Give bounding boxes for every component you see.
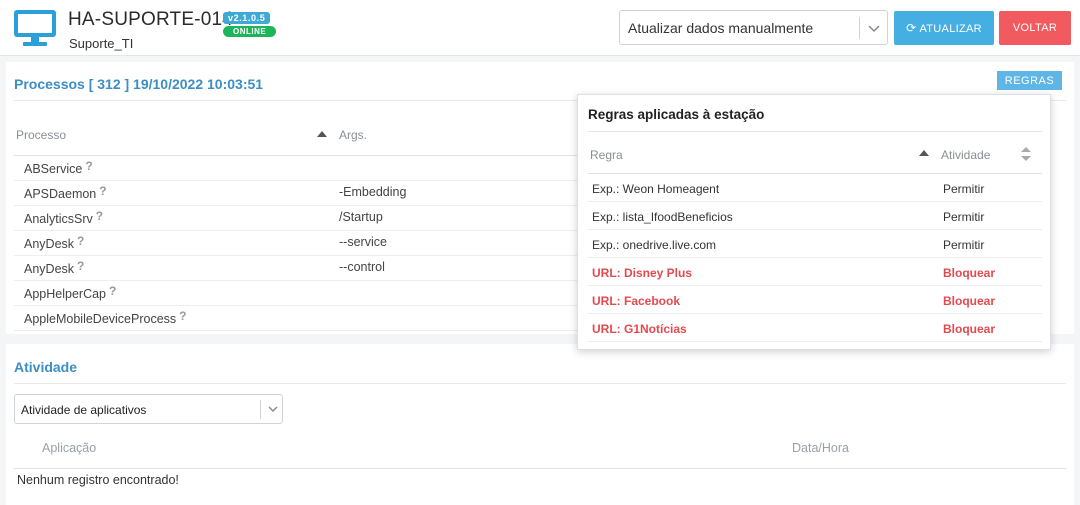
processes-title: Processos [ 312 ] 19/10/2022 10:03:51 [14,76,264,92]
rule-name: Exp.: onedrive.live.com [592,238,717,252]
activity-card: Atividade Atividade de aplicativos Aplic… [6,344,1074,505]
header: HA-SUPORTE-014 v2.1.0.5 ONLINE Suporte_T… [0,0,1080,56]
table-row: Exp.: onedrive.live.com Permitir [588,230,1042,258]
process-name: AnyDesk? [24,259,85,276]
rule-action: Bloquear [943,294,996,308]
rule-action: Permitir [943,210,985,224]
question-icon[interactable]: ? [99,184,106,198]
process-args: --control [339,260,385,274]
empty-message: Nenhum registro encontrado! [17,473,179,487]
table-row[interactable]: AnalyticsSrv? /Startup [14,206,589,231]
table-row: URL: G1Notícias Bloquear [588,314,1042,342]
table-row[interactable]: ABService? [14,156,589,181]
rule-name: URL: Facebook [592,294,681,308]
rule-action: Bloquear [943,322,996,336]
group-name: Suporte_TI [69,36,134,51]
sort-icon[interactable] [1021,147,1031,161]
column-header-activity[interactable]: Atividade [941,148,990,162]
process-name: AnalyticsSrv? [24,209,104,226]
process-name: AnyDesk? [24,234,85,251]
sort-ascending-icon[interactable] [317,131,327,137]
question-icon[interactable]: ? [85,159,92,173]
activity-title: Atividade [14,359,78,375]
table-row[interactable]: AppHelperCap? [14,281,589,306]
table-row: URL: Facebook Bloquear [588,286,1042,314]
question-icon[interactable]: ? [109,284,116,298]
column-header-application[interactable]: Aplicação [42,441,96,455]
question-icon[interactable]: ? [96,209,103,223]
column-header-datetime[interactable]: Data/Hora [792,441,849,455]
process-name: AppHelperCap? [24,284,117,301]
column-header-args[interactable]: Args. [339,128,367,142]
chevron-down-icon [868,25,880,33]
table-row[interactable]: AnyDesk? --control [14,256,589,281]
divider [588,131,1042,132]
column-header-process[interactable]: Processo [16,128,66,142]
process-args: -Embedding [339,185,407,199]
table-row[interactable]: AppleMobileDeviceProcess? [14,306,589,331]
update-button-label: ATUALIZAR [919,23,982,35]
update-mode-value: Atualizar dados manualmente [628,20,814,36]
process-args: --service [339,235,387,249]
table-row: Exp.: Weon Homeagent Permitir [588,174,1042,202]
rule-name: URL: G1Notícias [592,322,687,336]
chevron-down-icon [268,406,278,412]
process-name: APSDaemon? [24,184,107,201]
question-icon[interactable]: ? [77,259,84,273]
version-badge: v2.1.0.5 [223,12,271,24]
sync-icon: ⟳ [906,21,917,35]
sort-ascending-icon[interactable] [919,150,929,156]
process-args: /Startup [339,210,383,224]
update-button[interactable]: ⟳ ATUALIZAR [894,11,994,45]
rules-button[interactable]: REGRAS [997,71,1062,90]
table-row[interactable]: AnyDesk? --service [14,231,589,256]
rules-table: Exp.: Weon Homeagent Permitir Exp.: list… [588,174,1042,342]
update-mode-select[interactable]: Atualizar dados manualmente [619,10,888,45]
select-divider [859,17,860,39]
process-name: AppleMobileDeviceProcess? [24,309,187,326]
activity-type-select[interactable]: Atividade de aplicativos [14,394,283,424]
status-badge: ONLINE [223,26,277,37]
rule-action: Permitir [943,182,985,196]
table-row[interactable]: APSDaemon? -Embedding [14,181,589,206]
table-row: URL: Disney Plus Bloquear [588,258,1042,286]
divider [14,383,1066,384]
rules-popover: Regras aplicadas à estação Regra Ativida… [577,94,1051,350]
popover-title: Regras aplicadas à estação [588,107,765,122]
table-row: Exp.: lista_IfoodBeneficios Permitir [588,202,1042,230]
rule-action: Permitir [943,238,985,252]
process-name: ABService? [24,159,93,176]
column-header-rule[interactable]: Regra [590,148,623,162]
activity-type-value: Atividade de aplicativos [21,403,147,417]
question-icon[interactable]: ? [77,234,84,248]
rule-name: Exp.: lista_IfoodBeneficios [592,210,733,224]
host-name: HA-SUPORTE-014 [68,9,234,30]
question-icon[interactable]: ? [179,309,186,323]
rule-name: Exp.: Weon Homeagent [592,182,720,196]
processes-table: ABService? APSDaemon? -Embedding Analyti… [14,156,589,331]
select-divider [260,400,261,419]
divider [14,468,1066,469]
monitor-icon [14,10,56,46]
rule-name: URL: Disney Plus [592,266,693,280]
rule-action: Bloquear [943,266,996,280]
back-button[interactable]: VOLTAR [999,11,1071,45]
